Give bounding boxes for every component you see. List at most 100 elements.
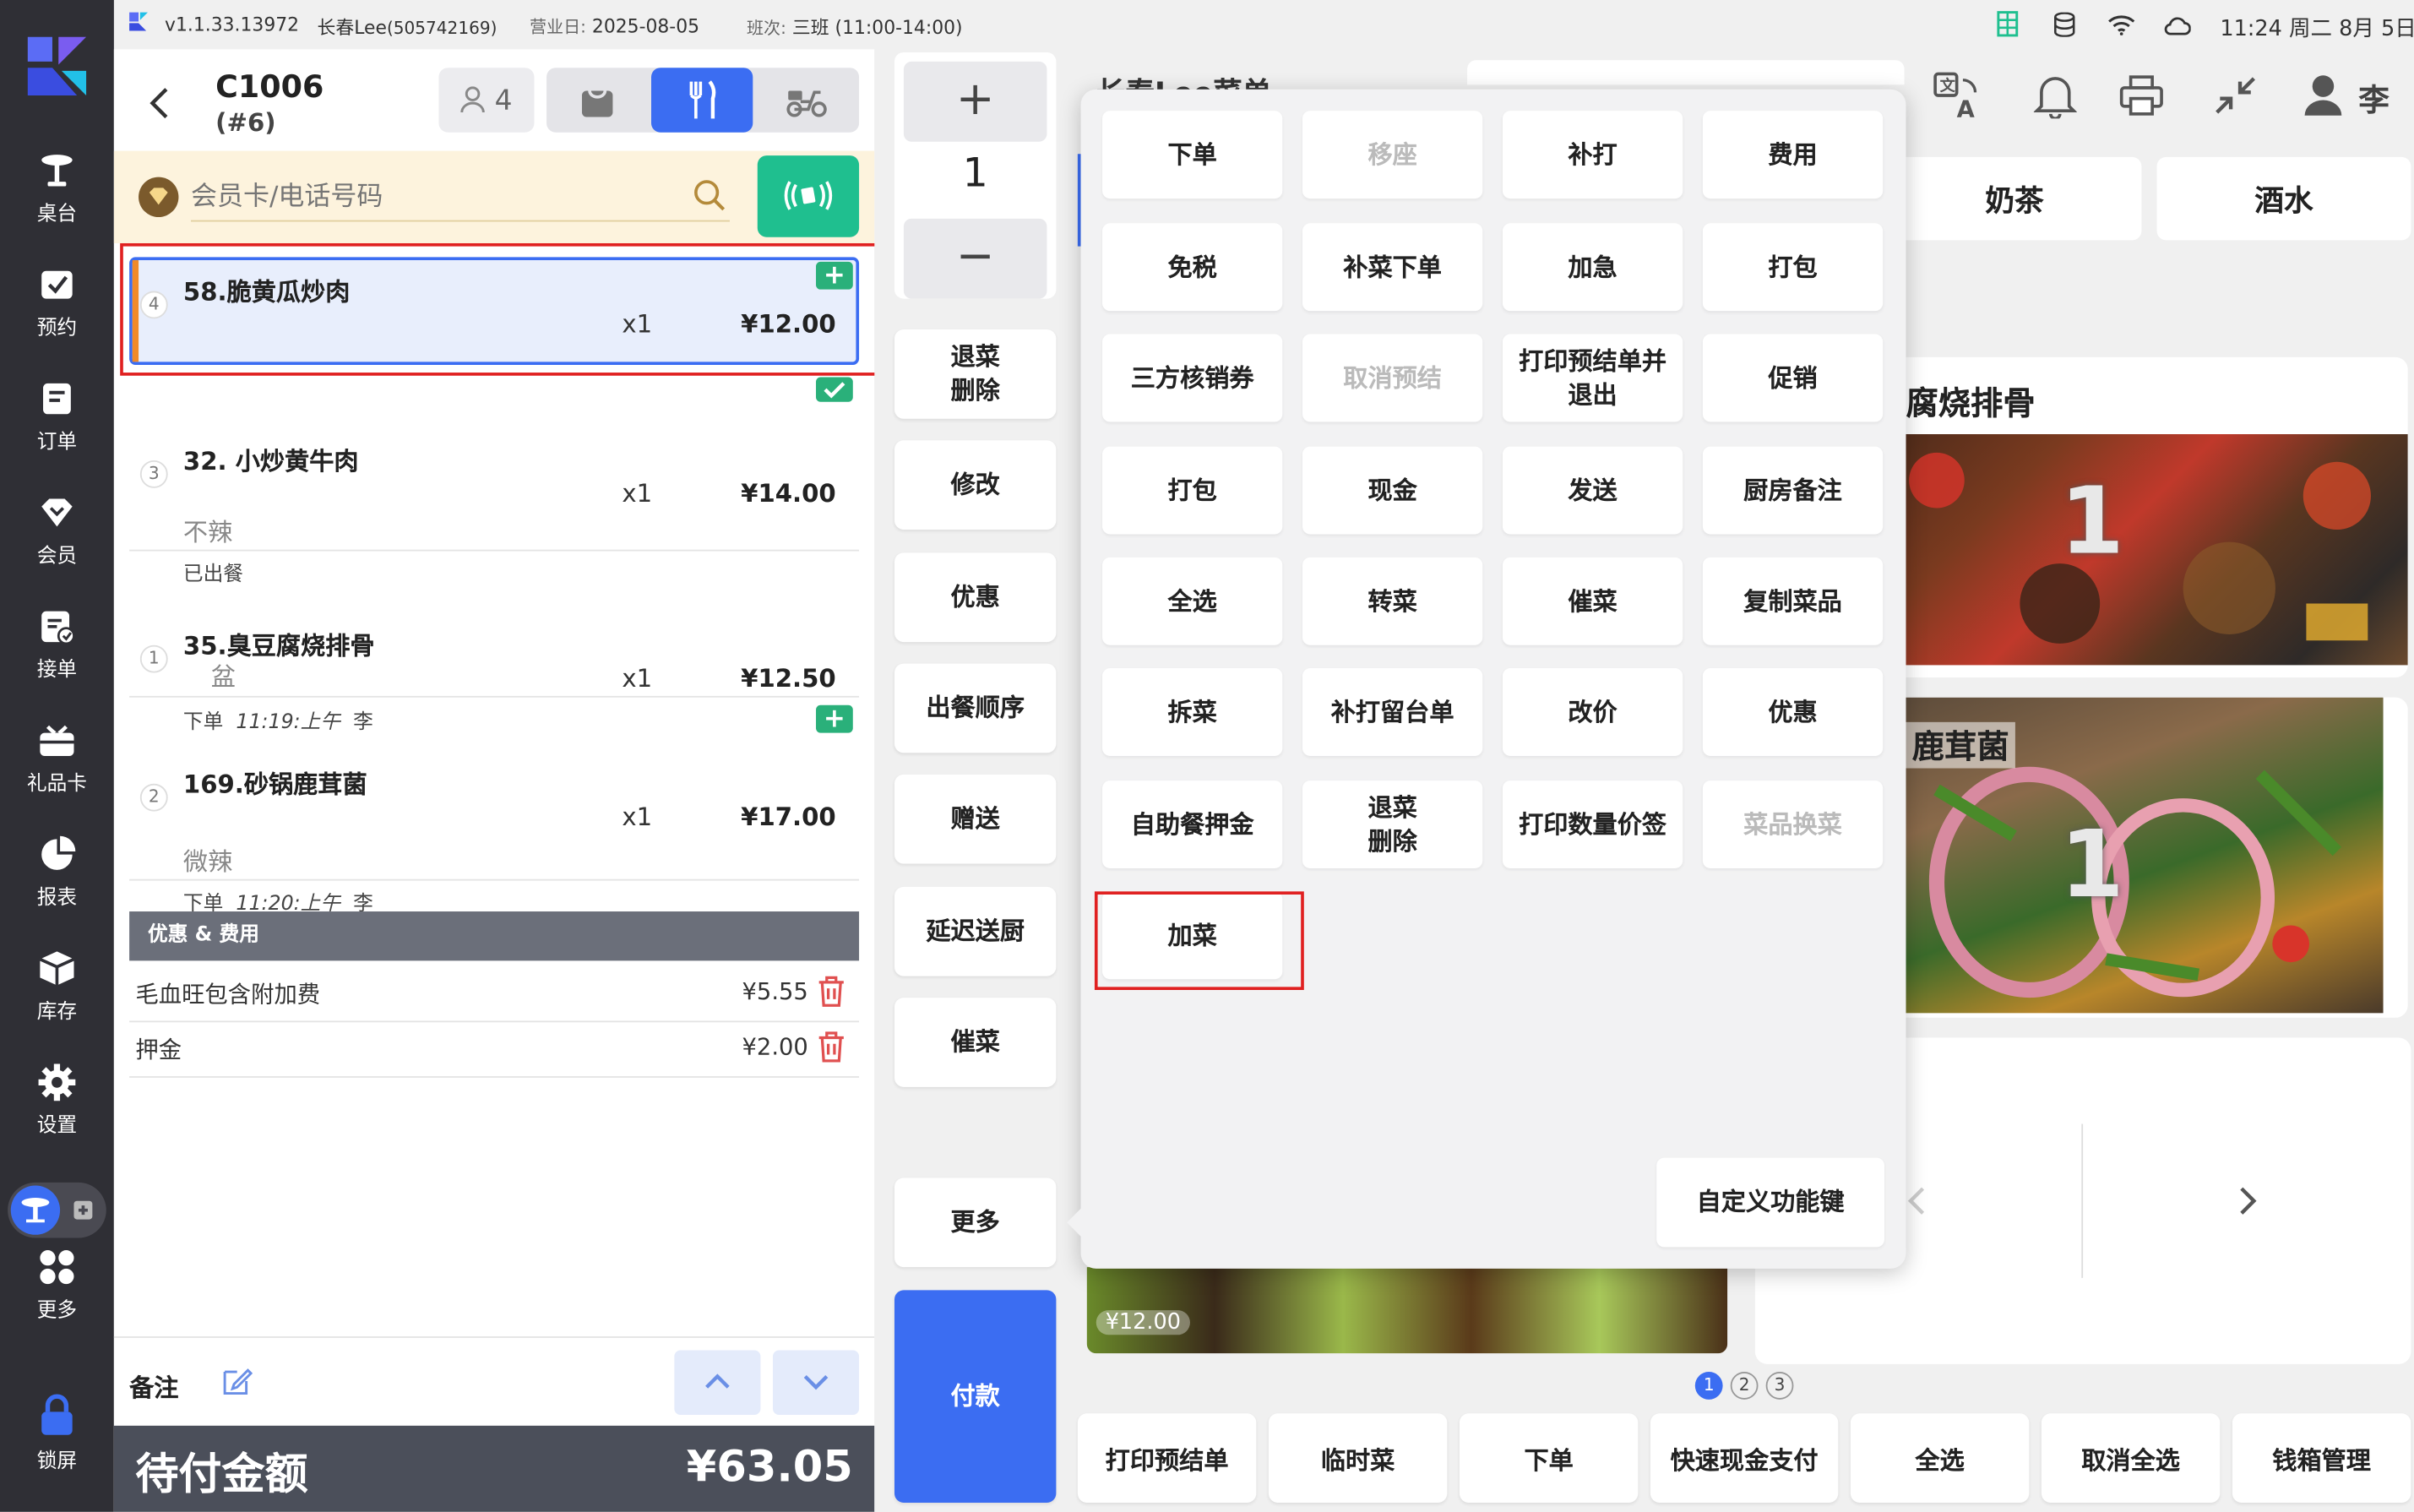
nav-reservation[interactable]: 预约 — [0, 265, 114, 364]
nav-gift-card[interactable]: 礼品卡 — [0, 721, 114, 819]
guest-count-button[interactable]: 4 — [438, 68, 535, 133]
rush-dish-button[interactable]: 催菜 — [894, 998, 1057, 1087]
qty-stepper: + 1 − — [894, 52, 1057, 299]
category-drinks[interactable]: 酒水 — [2156, 156, 2411, 241]
nav-settings[interactable]: 设置 — [0, 1063, 114, 1161]
popup-change-price-button[interactable]: 改价 — [1502, 668, 1683, 756]
delivery-button[interactable] — [756, 68, 857, 133]
popup-move-seat-button: 移座 — [1302, 111, 1483, 199]
trash-icon[interactable] — [816, 1030, 846, 1063]
modify-button[interactable]: 修改 — [894, 440, 1057, 530]
qty-minus-button[interactable]: − — [903, 218, 1047, 299]
discount-button[interactable]: 优惠 — [894, 552, 1057, 643]
quick-order-icon — [69, 1196, 97, 1224]
dish-name-ribs: 腐烧排骨 — [1906, 384, 2036, 422]
bell-icon[interactable] — [2033, 73, 2077, 119]
page-dot-1[interactable]: 1 — [1694, 1372, 1723, 1400]
popup-print-prebill-exit-button[interactable]: 打印预结单并 退出 — [1502, 334, 1683, 422]
deselect-all-button[interactable]: 取消全选 — [2041, 1413, 2221, 1503]
highlight-box-selected-item — [120, 242, 894, 376]
page-dot-2[interactable]: 2 — [1730, 1372, 1759, 1400]
popup-place-order-button[interactable]: 下单 — [1102, 111, 1283, 199]
table-mode-switch[interactable] — [8, 1182, 106, 1238]
nav-inventory[interactable]: 库存 — [0, 949, 114, 1047]
popup-reprint-button[interactable]: 补打 — [1502, 111, 1683, 199]
app-version: v1.1.33.13972 — [165, 14, 300, 35]
item-index: 2 — [139, 783, 168, 812]
popup-fee-button[interactable]: 费用 — [1702, 111, 1884, 199]
nav-orders-label: 订单 — [36, 431, 78, 454]
temp-dish-button[interactable]: 临时菜 — [1268, 1413, 1448, 1503]
user-avatar-icon[interactable] — [2302, 73, 2345, 119]
popup-copy-dish-button[interactable]: 复制菜品 — [1702, 557, 1884, 645]
popup-transfer-dish-button[interactable]: 转菜 — [1302, 557, 1483, 645]
popup-print-qty-label-button[interactable]: 打印数量价签 — [1502, 780, 1683, 869]
popup-select-all-button[interactable]: 全选 — [1102, 557, 1283, 645]
quick-cash-pay-button[interactable]: 快速现金支付 — [1650, 1413, 1839, 1503]
search-icon[interactable] — [693, 178, 726, 212]
page-nav-divider — [2081, 1123, 2084, 1278]
collapse-icon[interactable] — [2214, 75, 2257, 115]
dine-in-button[interactable] — [651, 68, 753, 133]
popup-kitchen-note-button[interactable]: 厨房备注 — [1702, 446, 1884, 535]
nfc-card-button[interactable] — [757, 155, 860, 237]
nav-member[interactable]: 会员 — [0, 492, 114, 591]
nav-lock[interactable]: 锁屏 — [0, 1392, 114, 1491]
popup-split-dish-button[interactable]: 拆菜 — [1102, 668, 1283, 756]
guest-count: 4 — [494, 84, 513, 117]
popup-reprint-table-button[interactable]: 补打留台单 — [1302, 668, 1483, 756]
page-dot-3[interactable]: 3 — [1765, 1372, 1794, 1400]
member-search-input[interactable] — [191, 172, 730, 222]
dish-card-ribs[interactable]: 腐烧排骨 1 — [1875, 356, 2408, 677]
serve-order-button[interactable]: 出餐顺序 — [894, 663, 1057, 753]
takeout-bag-button[interactable] — [546, 68, 648, 133]
table-code: C1006 — [215, 68, 324, 105]
chevron-right-icon[interactable] — [2237, 1185, 2259, 1216]
translate-icon[interactable]: 文A — [1932, 71, 1984, 120]
shift-info: 班次: 三班 (11:00-14:00) — [747, 17, 963, 39]
item-qty: x1 — [622, 663, 653, 693]
popup-promotion-button[interactable]: 促销 — [1702, 334, 1884, 422]
qty-plus-button[interactable]: + — [903, 61, 1047, 142]
nav-orders[interactable]: 订单 — [0, 378, 114, 477]
nav-more[interactable]: 更多 — [0, 1247, 114, 1346]
popup-urgent-button[interactable]: 加急 — [1502, 223, 1683, 312]
cash-drawer-button[interactable]: 钱箱管理 — [2232, 1413, 2411, 1503]
popup-third-party-coupon-button[interactable]: 三方核销券 — [1102, 334, 1283, 422]
gift-button[interactable]: 赠送 — [894, 774, 1057, 864]
dish-photo-cucumber[interactable]: ¥12.00 — [1086, 1267, 1728, 1354]
check-badge-icon — [816, 377, 853, 402]
return-delete-button[interactable]: 退菜 删除 — [894, 329, 1057, 419]
popup-pack-2-button[interactable]: 打包 — [1102, 446, 1283, 535]
place-order-button[interactable]: 下单 — [1459, 1413, 1639, 1503]
popup-discount-button[interactable]: 优惠 — [1702, 668, 1884, 756]
chevron-left-icon[interactable] — [1906, 1185, 1928, 1216]
category-milk-tea[interactable]: 奶茶 — [1887, 156, 2142, 241]
dish-card-mushroom[interactable]: 鹿茸菌 1 — [1875, 697, 2408, 1018]
item-qty: x1 — [622, 802, 653, 832]
nav-table[interactable]: 桌台 — [0, 151, 114, 250]
more-button[interactable]: 更多 — [894, 1178, 1057, 1268]
edit-remark-icon[interactable] — [221, 1366, 253, 1396]
chevron-down-icon — [802, 1373, 830, 1392]
trash-icon[interactable] — [816, 975, 846, 1009]
custom-function-key-button[interactable]: 自定义功能键 — [1656, 1157, 1884, 1248]
popup-return-delete-button[interactable]: 退菜 删除 — [1302, 780, 1483, 869]
back-button[interactable] — [148, 86, 172, 120]
popup-cash-button[interactable]: 现金 — [1302, 446, 1483, 535]
popup-add-order-button[interactable]: 补菜下单 — [1302, 223, 1483, 312]
nav-accept-order[interactable]: 接单 — [0, 606, 114, 705]
popup-tax-free-button[interactable]: 免税 — [1102, 223, 1283, 312]
popup-pack-button[interactable]: 打包 — [1702, 223, 1884, 312]
popup-send-button[interactable]: 发送 — [1502, 446, 1683, 535]
scroll-down-button[interactable] — [772, 1350, 860, 1416]
select-all-button[interactable]: 全选 — [1850, 1413, 2030, 1503]
nav-report[interactable]: 报表 — [0, 835, 114, 933]
printer-icon[interactable] — [2118, 73, 2165, 117]
popup-rush-button[interactable]: 催菜 — [1502, 557, 1683, 645]
scroll-up-button[interactable] — [674, 1350, 761, 1416]
delay-kitchen-button[interactable]: 延迟送厨 — [894, 886, 1057, 976]
print-prebill-button[interactable]: 打印预结单 — [1077, 1413, 1257, 1503]
popup-buffet-deposit-button[interactable]: 自助餐押金 — [1102, 780, 1283, 869]
pay-button[interactable]: 付款 — [894, 1290, 1057, 1503]
